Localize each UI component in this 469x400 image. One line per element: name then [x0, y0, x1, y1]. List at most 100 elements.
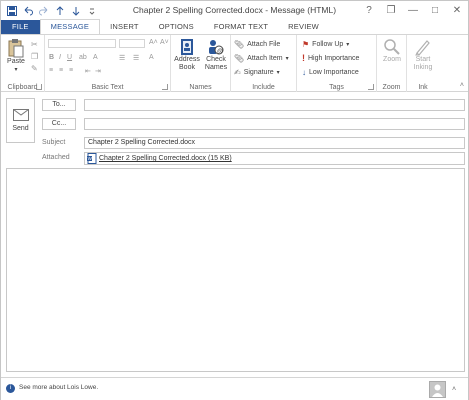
- tab-message[interactable]: MESSAGE: [39, 19, 101, 34]
- ink-group-label: Ink: [418, 84, 428, 91]
- align-right-icon[interactable]: ≡: [69, 67, 73, 74]
- clear-formatting-icon[interactable]: A: [149, 54, 154, 61]
- decrease-indent-icon[interactable]: ⇤: [85, 67, 91, 75]
- message-body[interactable]: [6, 168, 465, 372]
- numbering-icon[interactable]: ☰: [133, 54, 139, 62]
- basic-text-group-label: Basic Text: [91, 84, 124, 91]
- message-window: Chapter 2 Spelling Corrected.docx - Mess…: [0, 0, 469, 400]
- customize-qat-icon[interactable]: [85, 4, 99, 18]
- pen-icon: [415, 40, 430, 56]
- paste-icon: [8, 39, 24, 58]
- include-group: 📎︎ Attach File 📎︎ Attach Item ▾ ✍︎ Signa…: [231, 35, 297, 92]
- expand-people-pane-icon[interactable]: ˄: [452, 386, 456, 393]
- attachment-link[interactable]: Chapter 2 Spelling Corrected.docx (15 KB…: [99, 155, 232, 162]
- include-group-label: Include: [252, 84, 275, 91]
- svg-text:W: W: [88, 156, 93, 161]
- cut-icon[interactable]: ✂: [31, 40, 38, 49]
- font-color-icon[interactable]: A: [93, 54, 98, 61]
- attach-item-button[interactable]: 📎︎ Attach Item ▾: [234, 52, 289, 64]
- names-group: Address Book @ Check Names Names: [171, 35, 231, 92]
- font-size-select[interactable]: [119, 39, 145, 48]
- zoom-group-label: Zoom: [382, 84, 401, 91]
- subject-field[interactable]: Chapter 2 Spelling Corrected.docx: [84, 137, 465, 149]
- signature-label: Signature: [243, 68, 274, 76]
- copy-icon[interactable]: ❐: [31, 52, 38, 61]
- check-names-button[interactable]: @ Check Names: [202, 38, 230, 72]
- ink-group: Start Inking Ink: [407, 35, 439, 92]
- clipboard-launcher-icon[interactable]: [36, 84, 42, 90]
- tags-launcher-icon[interactable]: [368, 84, 374, 90]
- word-document-icon: W: [87, 153, 97, 164]
- basic-text-group: A˄ A˅ B I U ab A ☰ ☰ A ≡ ≡ ≡ ⇤ ⇥ Basic T…: [45, 35, 171, 92]
- ribbon-display-options-button[interactable]: ❐: [380, 1, 402, 20]
- maximize-button[interactable]: □: [424, 1, 446, 20]
- basic-text-launcher-icon[interactable]: [162, 84, 168, 90]
- signature-button[interactable]: ✍︎ Signature ▾: [234, 66, 280, 78]
- send-envelope-icon: [12, 109, 29, 121]
- zoom-button[interactable]: Zoom: [379, 38, 405, 64]
- magnifier-icon: [384, 39, 400, 55]
- send-label: Send: [12, 125, 29, 132]
- start-inking-label: Start Inking: [413, 56, 433, 71]
- subject-label: Subject: [42, 139, 66, 146]
- high-importance-label: High Importance: [308, 54, 360, 62]
- follow-up-label: Follow Up: [312, 40, 344, 48]
- ribbon-tabs: FILE MESSAGE INSERT OPTIONS FORMAT TEXT …: [1, 19, 468, 34]
- window-controls: ? ❐ — □ ✕: [358, 1, 468, 20]
- undo-icon[interactable]: [21, 4, 35, 18]
- attach-item-dropdown-icon: ▾: [285, 55, 289, 62]
- bold-icon[interactable]: B: [49, 54, 54, 61]
- paste-dropdown-icon[interactable]: ▾: [14, 66, 17, 74]
- avatar[interactable]: [429, 381, 446, 398]
- down-arrow-icon[interactable]: [69, 4, 83, 18]
- italic-icon[interactable]: I: [59, 54, 61, 61]
- clipboard-group: Paste ▾ ✂ ❐ ✎ Clipboard: [1, 35, 45, 92]
- low-importance-label: Low Importance: [309, 68, 359, 76]
- redo-icon[interactable]: [37, 4, 51, 18]
- tab-file[interactable]: FILE: [1, 20, 40, 34]
- save-icon[interactable]: [5, 4, 19, 18]
- paperclip-icon: 📎︎: [234, 39, 245, 49]
- align-center-icon[interactable]: ≡: [59, 67, 63, 74]
- signature-icon: ✍︎: [234, 67, 241, 77]
- paste-button[interactable]: Paste ▾: [5, 38, 27, 74]
- tab-options[interactable]: OPTIONS: [149, 20, 204, 34]
- align-left-icon[interactable]: ≡: [49, 67, 53, 74]
- follow-up-dropdown-icon: ▾: [346, 41, 350, 48]
- attach-item-label: Attach Item: [247, 54, 283, 62]
- to-field[interactable]: [84, 99, 465, 111]
- high-importance-button[interactable]: ! High Importance: [302, 52, 359, 64]
- low-importance-button[interactable]: ↓ Low Importance: [302, 66, 359, 78]
- title-bar: Chapter 2 Spelling Corrected.docx - Mess…: [1, 1, 468, 20]
- underline-icon[interactable]: U: [67, 54, 72, 61]
- up-arrow-icon[interactable]: [53, 4, 67, 18]
- check-names-icon: @: [209, 40, 224, 55]
- increase-indent-icon[interactable]: ⇥: [95, 67, 101, 75]
- info-icon: i: [6, 384, 15, 393]
- font-name-select[interactable]: [48, 39, 116, 48]
- signature-dropdown-icon: ▾: [276, 69, 280, 76]
- highlight-icon[interactable]: ab: [79, 54, 87, 61]
- collapse-ribbon-icon[interactable]: ˄: [460, 82, 464, 89]
- cc-button[interactable]: Cc...: [42, 118, 76, 130]
- format-painter-icon[interactable]: ✎: [31, 64, 38, 73]
- shrink-font-icon[interactable]: A˅: [160, 39, 169, 46]
- send-button[interactable]: Send: [6, 98, 35, 143]
- close-button[interactable]: ✕: [446, 1, 468, 20]
- attach-file-button[interactable]: 📎︎ Attach File: [234, 38, 280, 50]
- to-button[interactable]: To...: [42, 99, 76, 111]
- minimize-button[interactable]: —: [402, 1, 424, 20]
- paste-label: Paste: [7, 58, 25, 65]
- tab-format-text[interactable]: FORMAT TEXT: [204, 20, 278, 34]
- grow-font-icon[interactable]: A˄: [149, 39, 158, 46]
- help-button[interactable]: ?: [358, 1, 380, 20]
- people-pane-text[interactable]: See more about Lois Lowe.: [19, 384, 98, 391]
- start-inking-button[interactable]: Start Inking: [409, 38, 437, 72]
- cc-field[interactable]: [84, 118, 465, 130]
- tab-review[interactable]: REVIEW: [278, 20, 329, 34]
- tab-insert[interactable]: INSERT: [100, 20, 149, 34]
- bullets-icon[interactable]: ☰: [119, 54, 125, 62]
- address-book-button[interactable]: Address Book: [173, 38, 201, 72]
- follow-up-button[interactable]: ⚑ Follow Up ▾: [302, 38, 349, 50]
- quick-access-toolbar: [1, 1, 99, 20]
